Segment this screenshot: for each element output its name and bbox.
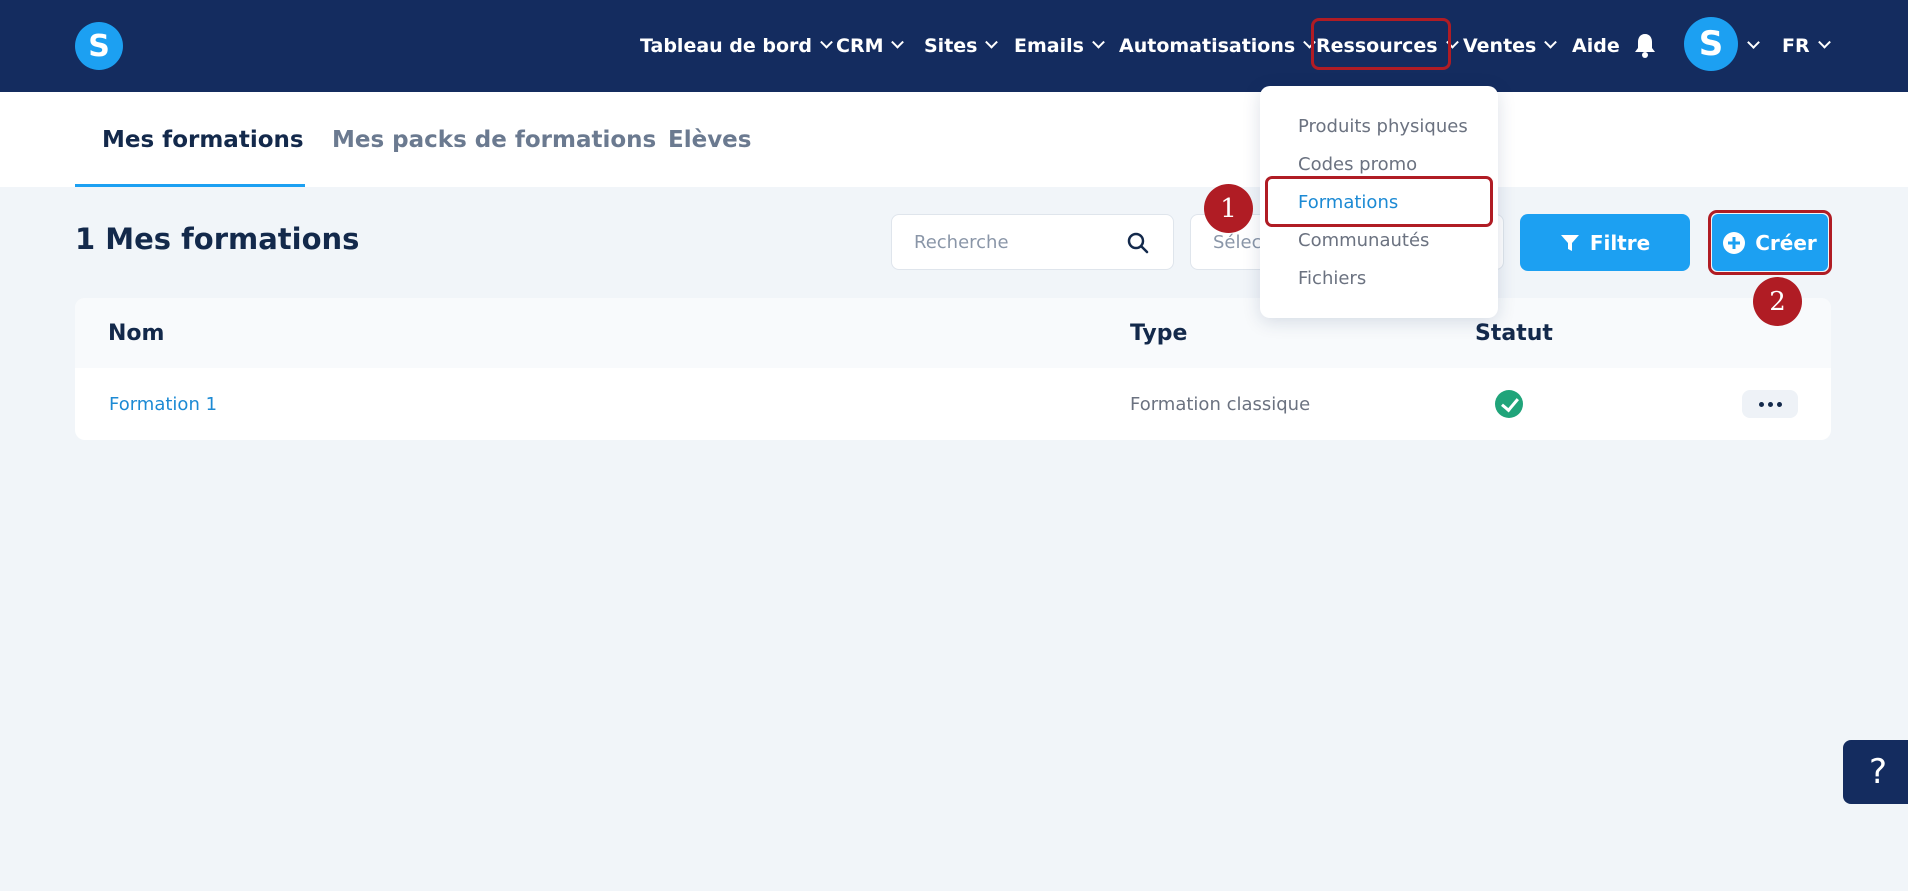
nav-label: Aide: [1572, 35, 1620, 57]
formation-type: Formation classique: [1130, 393, 1311, 415]
column-header-nom: Nom: [108, 320, 165, 346]
step-marker-2: 2: [1753, 277, 1802, 326]
ressources-highlight-box: [1311, 18, 1451, 70]
nav-item-crm[interactable]: CRM: [836, 28, 905, 64]
nav-item-ventes[interactable]: Ventes: [1463, 28, 1558, 64]
nav-label: Tableau de bord: [640, 35, 813, 57]
table-header: Nom Type Statut: [75, 298, 1831, 368]
language-selector[interactable]: FR: [1782, 28, 1831, 64]
chevron-down-icon: [891, 35, 905, 49]
tab-mes-packs-de-formations[interactable]: Mes packs de formations: [332, 92, 656, 187]
nav-item-sites[interactable]: Sites: [924, 28, 999, 64]
app-logo[interactable]: S: [75, 22, 123, 70]
more-actions-button[interactable]: [1742, 390, 1798, 418]
menu-item-communautes[interactable]: Communautés: [1298, 225, 1429, 255]
chevron-down-icon: [1817, 35, 1831, 49]
chevron-down-icon: [820, 35, 833, 49]
menu-item-fichiers[interactable]: Fichiers: [1298, 263, 1366, 293]
step-marker-1: 1: [1204, 184, 1253, 233]
menu-item-produits-physiques[interactable]: Produits physiques: [1298, 111, 1468, 141]
filter-label: Filtre: [1589, 230, 1651, 255]
dot-icon: [1776, 401, 1782, 407]
nav-item-tableau-de-bord[interactable]: Tableau de bord: [640, 28, 833, 64]
chevron-down-icon: [1092, 35, 1105, 49]
tab-mes-formations[interactable]: Mes formations: [102, 92, 304, 187]
nav-label: Emails: [1014, 35, 1084, 57]
nav-item-emails[interactable]: Emails: [1014, 28, 1105, 64]
tab-eleves[interactable]: Elèves: [668, 92, 751, 187]
chevron-down-icon: [985, 35, 999, 49]
bell-icon[interactable]: [1633, 32, 1657, 58]
chevron-down-icon: [1544, 35, 1558, 49]
nav-label: Automatisations: [1119, 35, 1296, 57]
user-avatar[interactable]: S: [1684, 17, 1738, 71]
page-title: 1 Mes formations: [75, 222, 360, 256]
nav-label: CRM: [836, 35, 884, 57]
dot-icon: [1758, 401, 1764, 407]
search-input[interactable]: [914, 231, 1114, 253]
dot-icon: [1767, 401, 1773, 407]
top-navigation-bar: S Tableau de bord CRM Sites Emails Autom…: [0, 0, 1908, 92]
status-cell: [1495, 368, 1523, 440]
chevron-down-icon[interactable]: [1747, 36, 1760, 49]
nav-item-automatisations[interactable]: Automatisations: [1119, 28, 1317, 64]
filter-icon: [1560, 234, 1579, 251]
nav-label: Ventes: [1463, 35, 1537, 57]
search-box[interactable]: [891, 214, 1174, 270]
menu-item-codes-promo[interactable]: Codes promo: [1298, 149, 1417, 179]
language-label: FR: [1782, 35, 1810, 57]
create-highlight-box: [1708, 210, 1832, 275]
nav-label: Sites: [924, 35, 978, 57]
column-header-type: Type: [1130, 320, 1188, 346]
active-tab-indicator: [75, 184, 305, 187]
help-button[interactable]: ?: [1843, 740, 1908, 804]
formations-highlight-box: [1265, 176, 1493, 227]
select-placeholder: Sélec: [1213, 231, 1262, 253]
formations-table: Nom Type Statut Formation 1 Formation cl…: [75, 298, 1831, 440]
tabs-bar: Mes formations Mes packs de formations E…: [0, 92, 1908, 187]
check-circle-icon: [1495, 390, 1523, 418]
nav-item-aide[interactable]: Aide: [1572, 28, 1620, 64]
filter-button[interactable]: Filtre: [1520, 214, 1690, 271]
formation-name-link[interactable]: Formation 1: [109, 368, 217, 440]
search-icon[interactable]: [1127, 232, 1149, 254]
